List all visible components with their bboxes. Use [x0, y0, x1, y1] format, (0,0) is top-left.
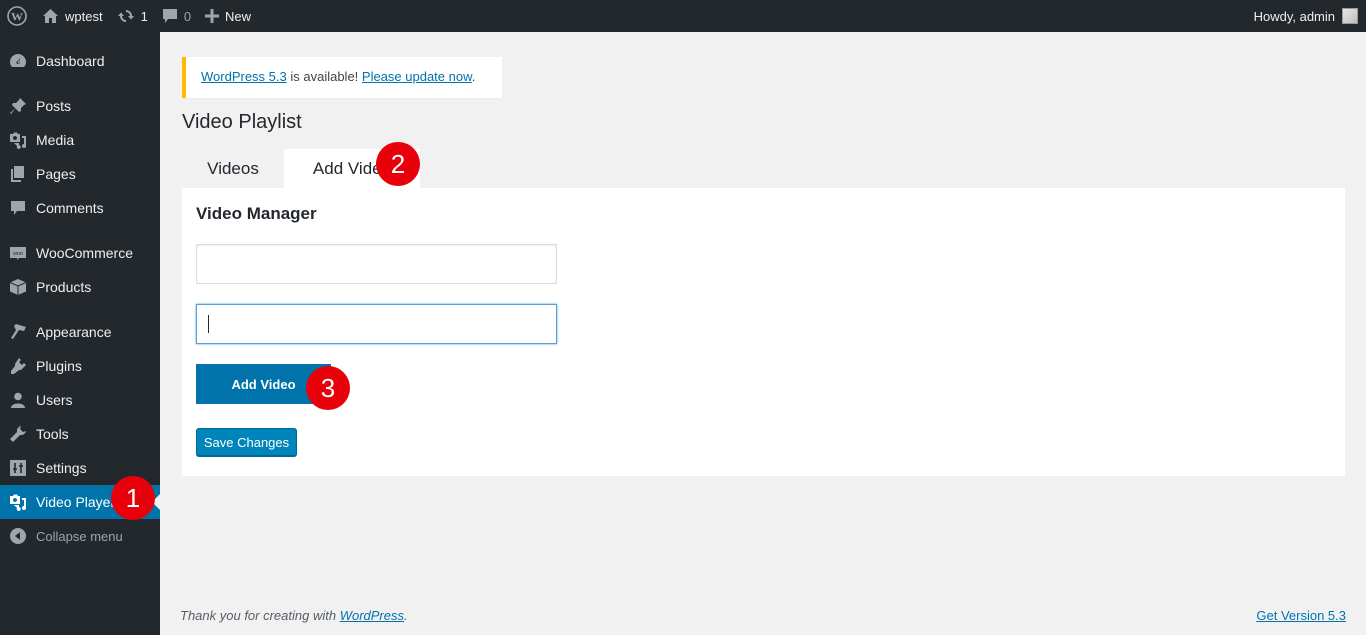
update-now-link[interactable]: Please update now: [362, 69, 472, 84]
sidebar-item-posts[interactable]: Posts: [0, 89, 160, 123]
save-changes-button[interactable]: Save Changes: [196, 428, 297, 456]
site-name-link[interactable]: wptest: [35, 0, 110, 32]
wordpress-version-link[interactable]: WordPress 5.3: [201, 69, 287, 84]
notice-period: .: [471, 69, 476, 84]
sidebar-item-label: Tools: [36, 426, 69, 442]
greeting: Howdy, admin: [1253, 8, 1335, 24]
site-name: wptest: [65, 8, 103, 24]
annotation-badge-1: 1: [111, 476, 155, 520]
comments-link[interactable]: 0: [155, 0, 198, 32]
video-manager-panel: Video Manager Add Video Save Changes: [182, 188, 1345, 476]
comment-icon: [0, 199, 36, 217]
new-content-link[interactable]: New: [198, 0, 258, 32]
admin-bar: W wptest 1 0 New Howdy, admin: [0, 0, 1366, 32]
footer-text: Thank you for creating with: [180, 608, 340, 623]
sidebar-item-media[interactable]: Media: [0, 123, 160, 157]
updates-count: 1: [140, 8, 148, 24]
update-notice: WordPress 5.3 is available! Please updat…: [182, 57, 502, 98]
sidebar-item-label: Dashboard: [36, 53, 105, 69]
svg-text:woo: woo: [12, 251, 23, 257]
sidebar-item-tools[interactable]: Tools: [0, 417, 160, 451]
sliders-icon: [0, 459, 36, 477]
video-title-input[interactable]: [196, 244, 557, 284]
media-icon: [0, 131, 36, 149]
panel-title: Video Manager: [196, 204, 317, 223]
footer-period: .: [404, 608, 408, 623]
admin-sidebar: Dashboard Posts Media Pages Comments woo…: [0, 32, 160, 635]
wordpress-logo-menu[interactable]: W: [0, 0, 35, 32]
sidebar-item-dashboard[interactable]: Dashboard: [0, 44, 160, 78]
collapse-menu-button[interactable]: Collapse menu: [0, 519, 160, 553]
sidebar-item-woocommerce[interactable]: woo WooCommerce: [0, 236, 160, 270]
brush-icon: [0, 323, 36, 341]
page-title: Video Playlist: [182, 111, 302, 133]
collapse-icon: [0, 527, 36, 545]
sidebar-item-label: Media: [36, 132, 75, 148]
sidebar-item-pages[interactable]: Pages: [0, 157, 160, 191]
wordpress-logo-icon: W: [7, 6, 27, 26]
dashboard-icon: [0, 52, 36, 70]
sidebar-item-label: Posts: [36, 98, 72, 114]
sidebar-item-label: Users: [36, 392, 73, 408]
svg-text:W: W: [11, 10, 23, 24]
avatar: [1342, 8, 1358, 24]
sidebar-item-label: Pages: [36, 166, 76, 182]
wrench-icon: [0, 425, 36, 443]
sidebar-item-label: Comments: [36, 200, 104, 216]
updates-link[interactable]: 1: [110, 0, 155, 32]
footer-thankyou: Thank you for creating with WordPress.: [180, 608, 408, 623]
annotation-badge-3: 3: [306, 366, 350, 410]
user-icon: [0, 391, 36, 409]
sidebar-item-users[interactable]: Users: [0, 383, 160, 417]
sidebar-item-comments[interactable]: Comments: [0, 191, 160, 225]
home-icon: [43, 9, 58, 23]
comment-icon: [162, 9, 177, 23]
woocommerce-icon: woo: [0, 244, 36, 262]
video-url-input[interactable]: [196, 304, 557, 344]
notice-text: is available!: [286, 69, 362, 84]
sidebar-item-plugins[interactable]: Plugins: [0, 349, 160, 383]
sidebar-item-label: WooCommerce: [36, 245, 133, 261]
footer-wordpress-link[interactable]: WordPress: [340, 608, 404, 623]
sidebar-item-label: Appearance: [36, 324, 112, 340]
media-icon: [0, 493, 36, 511]
sidebar-item-label: Plugins: [36, 358, 82, 374]
sidebar-item-label: Video Player: [36, 494, 116, 510]
account-menu[interactable]: Howdy, admin: [1247, 0, 1366, 32]
pages-icon: [0, 165, 36, 183]
plus-icon: [205, 9, 220, 23]
box-icon: [0, 278, 36, 296]
sidebar-item-products[interactable]: Products: [0, 270, 160, 304]
get-version-link[interactable]: Get Version 5.3: [1256, 608, 1346, 623]
sidebar-item-appearance[interactable]: Appearance: [0, 315, 160, 349]
sidebar-item-label: Settings: [36, 460, 87, 476]
annotation-badge-2: 2: [376, 142, 420, 186]
updates-icon: [117, 10, 134, 22]
tab-videos[interactable]: Videos: [182, 149, 284, 188]
comments-count: 0: [183, 8, 192, 24]
new-label: New: [225, 8, 252, 24]
sidebar-item-label: Collapse menu: [36, 528, 123, 544]
sidebar-item-label: Products: [36, 279, 92, 295]
plug-icon: [0, 357, 36, 375]
pin-icon: [0, 97, 36, 115]
text-cursor: [208, 315, 209, 333]
